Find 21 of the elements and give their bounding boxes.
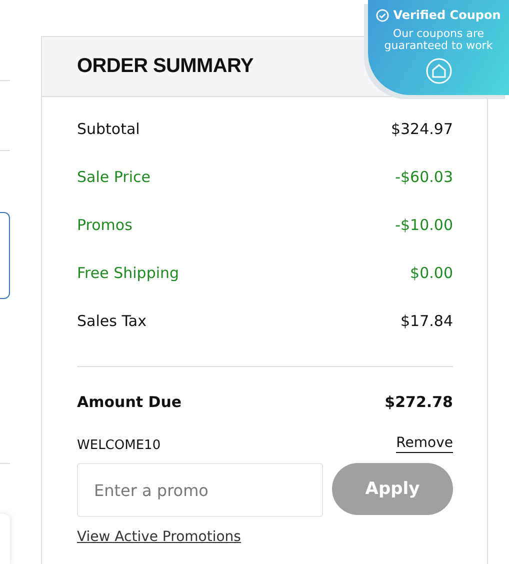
line-label: Subtotal	[77, 120, 140, 138]
house-icon	[426, 58, 452, 84]
line-amount: -$60.03	[395, 168, 453, 186]
line-amount: $0.00	[410, 264, 453, 282]
line-label: Promos	[77, 216, 132, 234]
line-amount: -$10.00	[395, 216, 453, 234]
line-amount: $17.84	[400, 312, 453, 330]
badge-title: Verified Coupon	[393, 8, 501, 22]
line-label: Sale Price	[77, 168, 150, 186]
promo-code: WELCOME10	[77, 438, 161, 453]
line-label: Free Shipping	[77, 264, 180, 282]
remove-link[interactable]: Remove	[396, 435, 453, 453]
line-amount: $324.97	[390, 120, 453, 138]
check-circle-icon	[376, 8, 390, 22]
summary-title: ORDER SUMMARY	[77, 55, 254, 78]
total-label: Amount Due	[77, 393, 182, 411]
total-amount: $272.78	[384, 393, 453, 411]
badge-text: Our coupons are guaranteed to work	[383, 28, 494, 52]
line-label: Sales Tax	[77, 312, 146, 330]
promotions-link[interactable]: View Active Promotions	[77, 529, 241, 545]
promo-field[interactable]: Enter a promo	[77, 463, 323, 517]
